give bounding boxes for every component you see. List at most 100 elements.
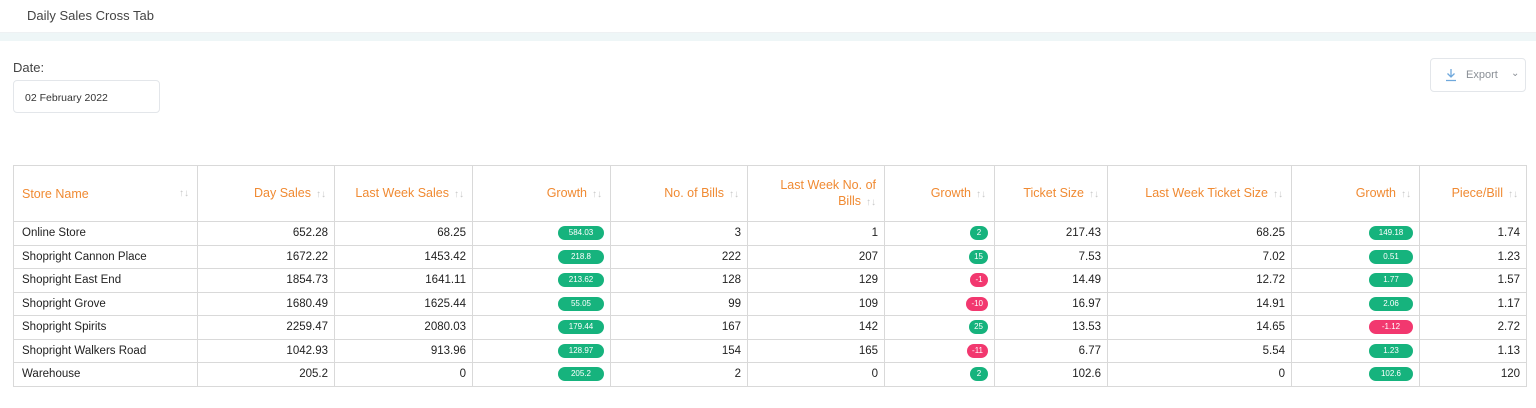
date-picker-input[interactable]: 02 February 2022 [13,80,160,113]
column-header[interactable]: Store Name ↑↓ [13,165,198,222]
sort-icon[interactable]: ↑↓ [592,189,602,200]
last-week-ticket-size-cell: 14.91 [1107,291,1292,316]
table-row[interactable]: Shopright Walkers Road 1042.93 913.96 128.9… [13,338,1527,363]
last-week-ticket-size-cell: 5.54 [1107,338,1292,363]
day-sales-cell: 1854.73 [197,268,335,293]
growth-badge-positive: 1.23 [1369,343,1413,358]
header-divider-strip [0,33,1536,41]
bills-growth-cell: 15 [884,244,995,269]
download-icon [1446,69,1456,82]
ticket-size-cell: 217.43 [994,221,1108,246]
export-button[interactable]: Export ⌄ [1430,58,1526,92]
growth-badge-positive: 25 [969,320,988,335]
column-header-label: Last Week Ticket Size [1145,185,1268,200]
column-header[interactable]: Last Week No. of Bills ↑↓ [747,165,885,222]
piece-per-bill-cell: 1.74 [1419,221,1527,246]
sort-icon[interactable]: ↑↓ [454,189,464,200]
ticket-size-cell: 16.97 [994,291,1108,316]
sales-growth-cell: 179.44 [472,315,611,340]
day-sales-cell: 652.28 [197,221,335,246]
growth-badge-negative: -10 [966,296,988,311]
growth-badge-positive: 2.06 [1369,296,1413,311]
bills-cell: 2 [610,362,748,387]
column-header-label: Ticket Size [1023,185,1084,200]
column-header-label: Growth [546,185,587,200]
sort-icon[interactable]: ↑↓ [179,186,189,202]
store-name-cell: Shopright East End [13,268,198,293]
growth-badge-positive: 0.51 [1369,249,1413,264]
column-header[interactable]: Last Week Sales ↑↓ [334,165,473,222]
sort-icon[interactable]: ↑↓ [866,197,876,208]
sort-icon[interactable]: ↑↓ [1089,189,1099,200]
sort-icon[interactable]: ↑↓ [729,189,739,200]
column-header[interactable]: Day Sales ↑↓ [197,165,335,222]
column-header[interactable]: No. of Bills ↑↓ [610,165,748,222]
last-week-ticket-size-cell: 12.72 [1107,268,1292,293]
sort-icon[interactable]: ↑↓ [1401,189,1411,200]
table-header-row: Store Name ↑↓ Day Sales ↑↓ Last Week Sale… [13,165,1527,222]
bills-growth-cell: -1 [884,268,995,293]
table-row[interactable]: Shopright Spirits 2259.47 2080.03 179.44 167… [13,315,1527,340]
last-week-bills-cell: 1 [747,221,885,246]
top-bar: Daily Sales Cross Tab [0,0,1536,33]
growth-badge-positive: 213.62 [558,273,604,288]
growth-badge-positive: 1.77 [1369,273,1413,288]
column-header[interactable]: Ticket Size ↑↓ [994,165,1108,222]
last-week-ticket-size-cell: 0 [1107,362,1292,387]
table-row[interactable]: Warehouse 205.2 0 205.2 2 0 2 102.6 0 102.6 120 [13,362,1527,387]
growth-badge-positive: 55.05 [558,296,604,311]
store-name-cell: Online Store [13,221,198,246]
growth-badge-positive: 102.6 [1369,367,1413,382]
table-row[interactable]: Shopright Cannon Place 1672.22 1453.42 218.… [13,244,1527,269]
growth-badge-positive: 218.8 [558,249,604,264]
bills-growth-cell: 25 [884,315,995,340]
ticket-growth-cell: 102.6 [1291,362,1420,387]
column-header[interactable]: Growth ↑↓ [884,165,995,222]
day-sales-cell: 2259.47 [197,315,335,340]
last-week-bills-cell: 0 [747,362,885,387]
growth-badge-negative: -1.12 [1369,320,1413,335]
column-header[interactable]: Growth ↑↓ [472,165,611,222]
date-label: Date: [13,60,45,75]
ticket-growth-cell: -1.12 [1291,315,1420,340]
last-week-bills-cell: 109 [747,291,885,316]
piece-per-bill-cell: 1.17 [1419,291,1527,316]
last-week-ticket-size-cell: 7.02 [1107,244,1292,269]
ticket-growth-cell: 2.06 [1291,291,1420,316]
last-week-bills-cell: 142 [747,315,885,340]
day-sales-cell: 1042.93 [197,338,335,363]
column-header[interactable]: Last Week Ticket Size ↑↓ [1107,165,1292,222]
last-week-sales-cell: 1625.44 [334,291,473,316]
column-header-label: Last Week Sales [355,185,449,200]
growth-badge-positive: 128.97 [558,343,604,358]
column-header-label: Last Week No. of Bills [780,177,876,208]
last-week-sales-cell: 68.25 [334,221,473,246]
column-header-label: Growth [930,185,971,200]
column-header[interactable]: Growth ↑↓ [1291,165,1420,222]
bills-growth-cell: 2 [884,362,995,387]
piece-per-bill-cell: 1.13 [1419,338,1527,363]
column-header[interactable]: Piece/Bill ↑↓ [1419,165,1527,222]
bills-cell: 222 [610,244,748,269]
table-row[interactable]: Online Store 652.28 68.25 584.03 3 1 2 217.43 68… [13,221,1527,246]
growth-badge-positive: 584.03 [558,226,604,241]
bills-growth-cell: -10 [884,291,995,316]
ticket-growth-cell: 1.23 [1291,338,1420,363]
sort-icon[interactable]: ↑↓ [316,189,326,200]
sales-growth-cell: 218.8 [472,244,611,269]
piece-per-bill-cell: 120 [1419,362,1527,387]
sort-icon[interactable]: ↑↓ [1273,189,1283,200]
last-week-ticket-size-cell: 68.25 [1107,221,1292,246]
bills-growth-cell: 2 [884,221,995,246]
last-week-sales-cell: 0 [334,362,473,387]
ticket-growth-cell: 1.77 [1291,268,1420,293]
table-row[interactable]: Shopright East End 1854.73 1641.11 213.62 12… [13,268,1527,293]
day-sales-cell: 1680.49 [197,291,335,316]
table-row[interactable]: Shopright Grove 1680.49 1625.44 55.05 99 109 -… [13,291,1527,316]
ticket-size-cell: 6.77 [994,338,1108,363]
sort-icon[interactable]: ↑↓ [976,189,986,200]
sales-cross-tab-table: Store Name ↑↓ Day Sales ↑↓ Last Week Sale… [13,165,1527,387]
sort-icon[interactable]: ↑↓ [1508,189,1518,200]
bills-growth-cell: -11 [884,338,995,363]
ticket-growth-cell: 0.51 [1291,244,1420,269]
